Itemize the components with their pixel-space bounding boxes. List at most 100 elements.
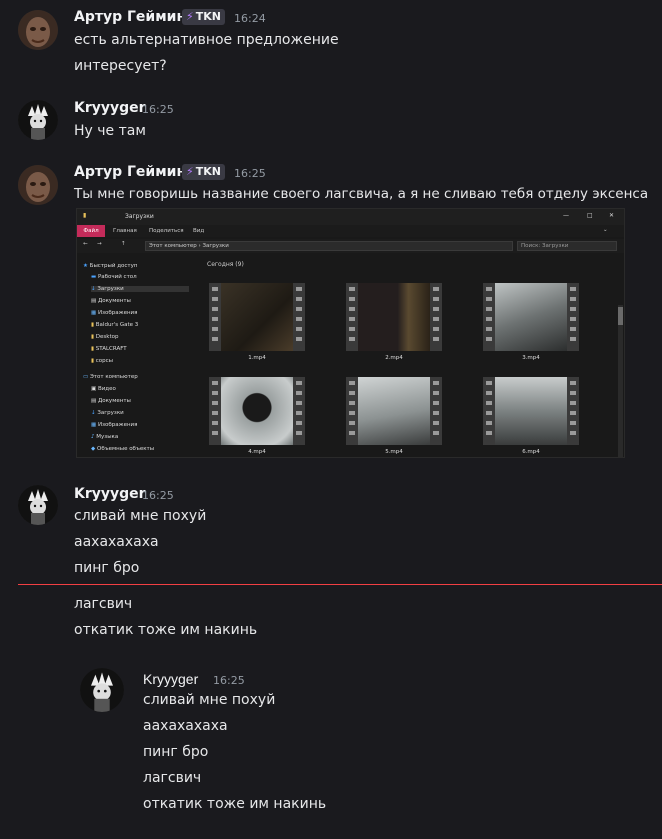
video-thumbnail[interactable] bbox=[209, 283, 305, 351]
up-icon[interactable]: ↑ bbox=[121, 241, 126, 247]
nav-item[interactable]: ▣ Видео bbox=[91, 386, 116, 392]
explorer-titlebar: ▮ Загрузки — □ ✕ bbox=[77, 209, 624, 225]
author-name[interactable]: Артур Гейминг bbox=[74, 164, 193, 180]
window-title: Загрузки bbox=[125, 213, 154, 220]
desktop-icon: ▬ bbox=[91, 274, 97, 280]
minimize-icon[interactable]: — bbox=[563, 212, 569, 219]
message-line: аахахахаха bbox=[74, 534, 159, 550]
ribbon-tab-view[interactable]: Вид bbox=[193, 228, 204, 234]
avatar[interactable] bbox=[18, 165, 58, 205]
music-icon: ♪ bbox=[91, 434, 95, 440]
author-name[interactable]: Артур Гейминг bbox=[74, 9, 193, 25]
video-thumbnail[interactable] bbox=[483, 283, 579, 351]
forward-icon[interactable]: → bbox=[97, 241, 102, 247]
tag-label: TKN bbox=[195, 165, 221, 178]
message-line: Ты мне говоришь название своего лагсвича… bbox=[74, 186, 649, 202]
group-header[interactable]: Сегодня (9) bbox=[207, 261, 244, 268]
message-line: пинг бро bbox=[143, 744, 209, 760]
file-name[interactable]: 2.mp4 bbox=[346, 355, 442, 361]
nav-label: Документы bbox=[97, 398, 131, 404]
nav-item[interactable]: ▦ Изображения bbox=[91, 310, 137, 316]
image-icon: ▦ bbox=[91, 422, 97, 428]
nav-label: Объемные объекты bbox=[96, 446, 155, 452]
nav-label: Этот компьютер bbox=[89, 374, 138, 380]
nav-item[interactable]: ▬ Рабочий стол bbox=[91, 274, 137, 280]
timestamp[interactable]: 16:24 bbox=[234, 12, 266, 25]
video-thumbnail[interactable] bbox=[209, 377, 305, 445]
file-name[interactable]: 5.mp4 bbox=[346, 449, 442, 455]
video-thumbnail[interactable] bbox=[483, 377, 579, 445]
nav-item[interactable]: ♪ Музыка bbox=[91, 434, 118, 440]
nav-item[interactable]: ▮ STALCRAFT bbox=[91, 346, 127, 352]
nav-item[interactable]: ▮ сорсы bbox=[91, 358, 113, 364]
timestamp[interactable]: 16:25 bbox=[142, 489, 174, 502]
ribbon: Файл Главная Поделиться Вид ⌄ bbox=[77, 225, 624, 237]
timestamp[interactable]: 16:25 bbox=[142, 103, 174, 116]
video-thumbnail[interactable] bbox=[346, 283, 442, 351]
path-segment[interactable]: Загрузки bbox=[202, 243, 228, 249]
clan-tag: ⚡ TKN bbox=[182, 9, 225, 25]
ribbon-tab-home[interactable]: Главная bbox=[113, 228, 137, 234]
close-icon[interactable]: ✕ bbox=[609, 212, 614, 219]
message-line: лагсвич bbox=[143, 770, 202, 786]
chevron-down-icon[interactable]: ⌄ bbox=[603, 227, 608, 233]
maximize-icon[interactable]: □ bbox=[587, 212, 593, 219]
folder-icon: ▮ bbox=[91, 346, 95, 352]
avatar[interactable] bbox=[18, 485, 58, 525]
clan-tag: ⚡ TKN bbox=[182, 164, 225, 180]
nav-item[interactable]: ↓ Загрузки bbox=[91, 410, 124, 416]
nav-item[interactable]: ▤ Документы bbox=[91, 398, 131, 404]
author-name[interactable]: Kryyyger bbox=[74, 486, 146, 502]
path-segment[interactable]: Этот компьютер bbox=[149, 243, 197, 249]
nav-item[interactable]: ▤ Документы bbox=[91, 298, 131, 304]
document-icon: ▤ bbox=[91, 298, 97, 304]
nav-item[interactable]: ↓ Загрузки bbox=[91, 286, 189, 292]
nav-item-this-pc[interactable]: ▭ Этот компьютер bbox=[83, 374, 138, 380]
back-icon[interactable]: ← bbox=[83, 241, 88, 247]
nav-label: Desktop bbox=[95, 334, 119, 340]
ribbon-tab-file[interactable]: Файл bbox=[77, 225, 105, 237]
nav-item[interactable]: ◆ Объемные объекты bbox=[91, 446, 154, 452]
nav-label: Документы bbox=[97, 298, 131, 304]
new-messages-divider bbox=[18, 584, 662, 585]
scrollbar[interactable] bbox=[618, 305, 623, 457]
search-input[interactable]: Поиск: Загрузки bbox=[517, 241, 617, 251]
message-line: аахахахаха bbox=[143, 718, 228, 734]
file-name[interactable]: 4.mp4 bbox=[209, 449, 305, 455]
author-name: Kryyyger bbox=[143, 671, 199, 687]
image-attachment[interactable]: ▮ Загрузки — □ ✕ Файл Главная Поделиться… bbox=[76, 208, 625, 458]
nav-label: сорсы bbox=[95, 358, 114, 364]
navigation-pane: ★ Быстрый доступ ▬ Рабочий стол ↓ Загруз… bbox=[77, 255, 195, 457]
document-icon: ▤ bbox=[91, 398, 97, 404]
file-name[interactable]: 1.mp4 bbox=[209, 355, 305, 361]
bolt-icon: ⚡ bbox=[186, 165, 194, 178]
nav-item[interactable]: ▦ Изображения bbox=[91, 422, 137, 428]
file-name[interactable]: 6.mp4 bbox=[483, 449, 579, 455]
message-line: есть альтернативное предложение bbox=[74, 32, 339, 48]
nav-item[interactable]: ▮ Baldur's Gate 3 bbox=[91, 322, 138, 328]
star-icon: ★ bbox=[83, 263, 88, 269]
bolt-icon: ⚡ bbox=[186, 10, 194, 23]
address-bar[interactable]: Этот компьютер › Загрузки bbox=[145, 241, 513, 251]
message-line: Ну че там bbox=[74, 123, 146, 139]
file-name[interactable]: 3.mp4 bbox=[483, 355, 579, 361]
nav-item[interactable]: ▮ Desktop bbox=[91, 334, 118, 340]
video-thumbnail[interactable] bbox=[346, 377, 442, 445]
avatar[interactable] bbox=[18, 10, 58, 50]
nav-label: Быстрый доступ bbox=[89, 263, 138, 269]
computer-icon: ▭ bbox=[83, 374, 89, 380]
avatar bbox=[80, 668, 124, 712]
download-icon: ↓ bbox=[91, 410, 96, 416]
message-line: сливай мне похуй bbox=[74, 508, 207, 524]
avatar[interactable] bbox=[18, 100, 58, 140]
nav-label: Музыка bbox=[96, 434, 119, 440]
tag-label: TKN bbox=[195, 10, 221, 23]
ribbon-tab-share[interactable]: Поделиться bbox=[149, 228, 184, 234]
nav-label: Изображения bbox=[97, 310, 138, 316]
cube-icon: ◆ bbox=[91, 446, 96, 452]
author-name[interactable]: Kryyyger bbox=[74, 100, 146, 116]
timestamp[interactable]: 16:25 bbox=[234, 167, 266, 180]
nav-item-quick-access[interactable]: ★ Быстрый доступ bbox=[83, 263, 137, 269]
folder-icon: ▮ bbox=[91, 334, 95, 340]
folder-icon: ▮ bbox=[83, 212, 87, 219]
